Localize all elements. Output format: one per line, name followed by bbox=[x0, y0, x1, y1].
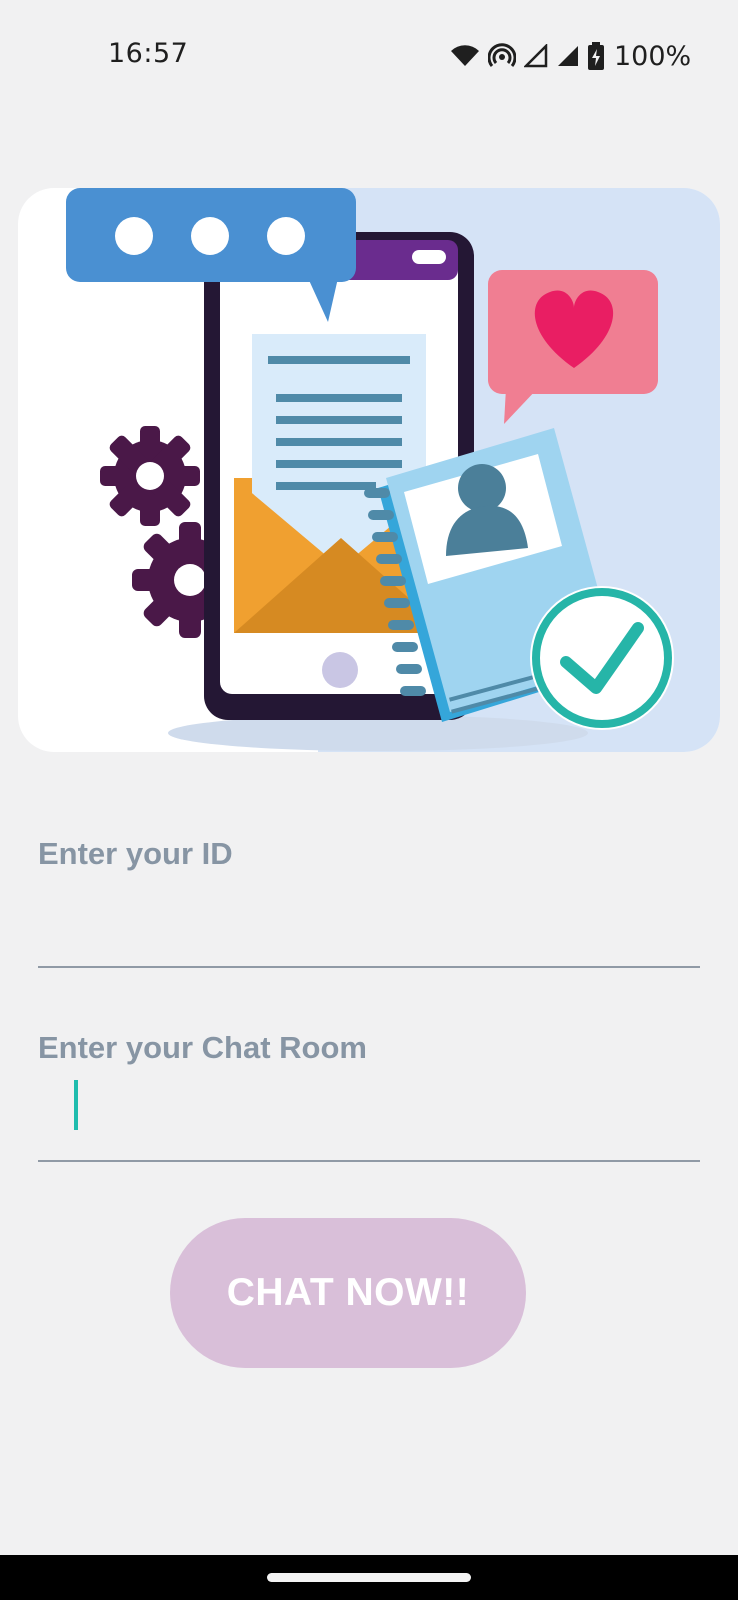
chat-room-input[interactable] bbox=[38, 1102, 700, 1162]
gear-icon bbox=[100, 426, 200, 526]
signal-icon bbox=[558, 46, 578, 66]
id-label: Enter your ID bbox=[38, 836, 233, 871]
signal-icon bbox=[524, 44, 548, 68]
hero-illustration bbox=[18, 188, 720, 752]
chat-room-label: Enter your Chat Room bbox=[38, 1030, 367, 1065]
home-handle[interactable] bbox=[267, 1573, 471, 1582]
hotspot-icon bbox=[488, 43, 516, 67]
status-time: 16:57 bbox=[108, 38, 189, 69]
battery-charging-icon bbox=[588, 42, 604, 70]
wifi-icon bbox=[451, 45, 479, 66]
status-bar: 16:57 100% bbox=[0, 0, 738, 112]
status-icons: 100% bbox=[450, 38, 691, 74]
battery-percentage: 100% bbox=[614, 40, 692, 72]
messaging-app-illustration bbox=[18, 188, 720, 752]
id-input[interactable] bbox=[38, 908, 700, 968]
chat-now-button[interactable]: CHAT NOW!! bbox=[170, 1218, 526, 1368]
check-icon bbox=[530, 586, 674, 730]
text-cursor bbox=[74, 1080, 78, 1130]
